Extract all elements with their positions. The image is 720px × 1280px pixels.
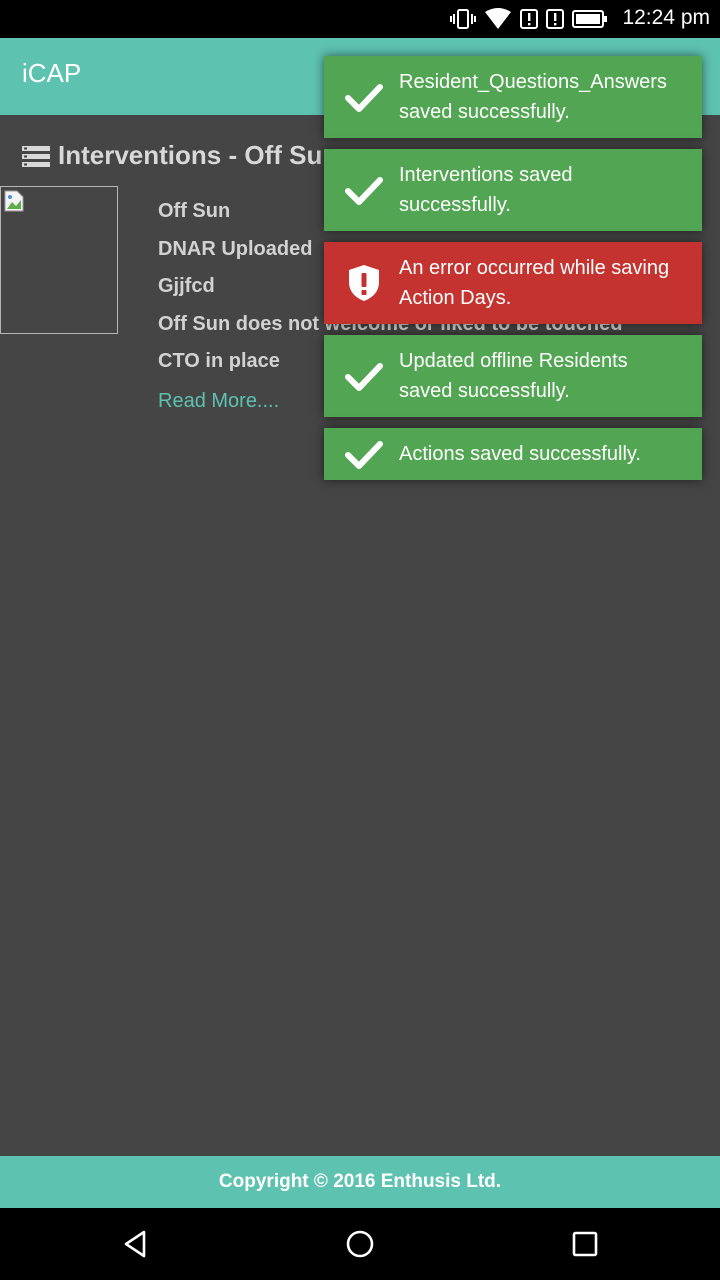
navigation-bar bbox=[0, 1208, 720, 1280]
toast-notification[interactable]: Interventions saved successfully. bbox=[324, 149, 702, 231]
resident-photo bbox=[0, 186, 118, 334]
recents-icon[interactable] bbox=[569, 1228, 601, 1260]
check-icon bbox=[345, 363, 383, 391]
check-icon bbox=[345, 177, 383, 205]
toast-message: Actions saved successfully. bbox=[399, 443, 641, 465]
status-icons bbox=[450, 7, 608, 31]
list-icon bbox=[22, 145, 50, 167]
home-icon[interactable] bbox=[344, 1228, 376, 1260]
toast-notification[interactable]: Resident_Questions_Answers saved success… bbox=[324, 56, 702, 138]
page-title-text: Interventions - Off Sun bbox=[58, 140, 339, 170]
back-icon[interactable] bbox=[120, 1228, 152, 1260]
broken-image-icon bbox=[4, 190, 24, 212]
wifi-icon bbox=[485, 8, 511, 29]
toast-message: An error occurred while saving Action Da… bbox=[399, 257, 670, 309]
app-title: iCAP bbox=[22, 58, 82, 88]
toast-message: Interventions saved successfully. bbox=[399, 164, 573, 216]
footer: Copyright © 2016 Enthusis Ltd. bbox=[0, 1156, 720, 1208]
toast-notification[interactable]: Updated offline Residents saved successf… bbox=[324, 335, 702, 417]
status-bar: 12:24 pm bbox=[0, 0, 720, 38]
shield-alert-icon bbox=[349, 265, 379, 301]
toast-notification-error[interactable]: An error occurred while saving Action Da… bbox=[324, 242, 702, 324]
page-title: Interventions - Off Sun bbox=[22, 140, 338, 171]
toast-message: Resident_Questions_Answers saved success… bbox=[399, 71, 667, 123]
battery-icon bbox=[572, 10, 607, 28]
toast-notification[interactable]: Actions saved successfully. bbox=[324, 428, 702, 480]
read-more-link[interactable]: Read More.... bbox=[158, 390, 279, 413]
alert-notification-icon bbox=[546, 9, 564, 29]
vibrate-icon bbox=[450, 9, 476, 29]
check-icon bbox=[345, 441, 383, 469]
status-time: 12:24 pm bbox=[622, 6, 710, 29]
toast-message: Updated offline Residents saved successf… bbox=[399, 350, 628, 402]
check-icon bbox=[345, 84, 383, 112]
copyright-text: Copyright © 2016 Enthusis Ltd. bbox=[218, 1171, 502, 1192]
alert-notification-icon bbox=[520, 9, 538, 29]
